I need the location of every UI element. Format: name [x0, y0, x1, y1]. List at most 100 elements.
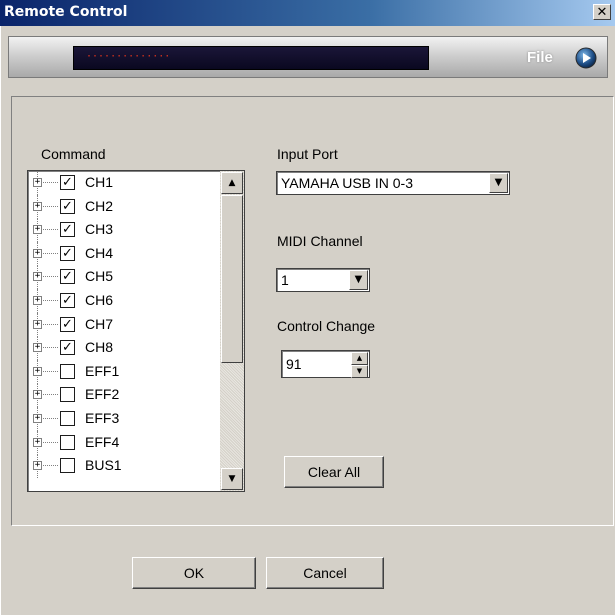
tree-item[interactable]: + ✓ CH1 [28, 171, 218, 195]
plus-icon[interactable]: + [33, 225, 42, 235]
tree-connector-line [43, 276, 58, 278]
triangle-down-icon: ▼ [356, 367, 363, 375]
close-button[interactable]: ✕ [593, 4, 611, 20]
ok-button[interactable]: OK [132, 557, 256, 589]
spin-down-button[interactable]: ▼ [351, 365, 368, 378]
tree-item-checkbox[interactable]: ✓ [60, 198, 75, 214]
tree-item-label: CH2 [85, 197, 114, 214]
tree-item-checkbox[interactable] [60, 410, 75, 426]
tree-connector-line [43, 323, 58, 325]
tree-item[interactable]: + BUS1 [28, 454, 218, 479]
plus-icon[interactable]: + [33, 272, 42, 282]
close-icon: ✕ [596, 5, 608, 20]
chevron-down-icon: ▼ [494, 177, 503, 188]
tree-item-label: EFF2 [85, 386, 120, 403]
midi-channel-label: MIDI Channel [277, 233, 363, 249]
scroll-thumb[interactable] [221, 195, 243, 363]
plus-icon[interactable]: + [33, 343, 42, 353]
tree-item[interactable]: + ✓ CH5 [28, 265, 218, 290]
cancel-button[interactable]: Cancel [266, 557, 384, 589]
tree-item-label: CH3 [85, 221, 114, 238]
tree-item-checkbox[interactable]: ✓ [60, 245, 75, 261]
tree-item-label: CH4 [85, 244, 114, 261]
window-title: Remote Control [4, 4, 128, 20]
tree-item-checkbox[interactable] [60, 434, 75, 450]
plus-icon[interactable]: + [33, 461, 42, 471]
tree-item[interactable]: + EFF2 [28, 383, 218, 408]
status-display: ·············· [73, 46, 429, 70]
tree-connector-line [43, 347, 58, 349]
triangle-up-icon: ▲ [228, 178, 236, 188]
tree-item-label: CH7 [85, 315, 114, 332]
tree-item[interactable]: + ✓ CH8 [28, 336, 218, 361]
plus-icon[interactable]: + [33, 413, 42, 423]
tree-item[interactable]: + EFF3 [28, 406, 218, 431]
tree-connector-line [43, 394, 58, 396]
tree-connector-line [43, 182, 58, 183]
command-tree-scrollbar[interactable]: ▲ ▼ [220, 171, 244, 491]
tree-item[interactable]: + ✓ CH2 [28, 194, 218, 219]
plus-icon[interactable]: + [33, 390, 42, 400]
file-menu-label: File [527, 49, 553, 66]
spin-up-button[interactable]: ▲ [351, 352, 368, 365]
command-label: Command [41, 146, 106, 162]
tree-item[interactable]: + ✓ CH4 [28, 241, 218, 266]
tree-item-label: EFF1 [85, 362, 120, 379]
triangle-up-icon: ▲ [356, 354, 363, 362]
tree-connector-line [43, 370, 58, 372]
file-menu[interactable]: File [519, 47, 601, 69]
plus-icon[interactable]: + [33, 366, 42, 376]
tree-item-checkbox[interactable]: ✓ [60, 222, 75, 238]
chevron-down-icon: ▼ [354, 274, 363, 285]
tree-item-label: CH5 [85, 268, 114, 285]
midi-channel-value: 1 [281, 272, 289, 288]
plus-icon[interactable]: + [33, 319, 42, 329]
plus-icon[interactable]: + [33, 437, 42, 447]
midi-channel-dropdown-button[interactable]: ▼ [349, 270, 368, 290]
control-change-value: 91 [286, 356, 302, 372]
window-left-border [0, 26, 4, 615]
tree-item-label: CH6 [85, 291, 114, 308]
tree-item[interactable]: + EFF1 [28, 359, 218, 384]
tree-item-label: CH8 [85, 339, 114, 356]
tree-item-checkbox[interactable]: ✓ [60, 340, 75, 356]
title-bar: Remote Control ✕ [0, 0, 615, 26]
midi-channel-select[interactable]: 1 ▼ [276, 268, 370, 292]
plus-icon[interactable]: + [33, 201, 42, 211]
input-port-label: Input Port [277, 146, 338, 162]
tree-item-label: BUS1 [85, 457, 122, 474]
scroll-up-button[interactable]: ▲ [221, 172, 243, 194]
tree-item[interactable]: + ✓ CH7 [28, 312, 218, 337]
tree-item-checkbox[interactable] [60, 458, 75, 474]
plus-icon[interactable]: + [33, 295, 42, 305]
control-change-spinbox[interactable]: 91 ▲ ▼ [281, 350, 370, 378]
tree-item-checkbox[interactable]: ✓ [60, 175, 75, 190]
toolbar: ·············· File [8, 36, 608, 78]
input-port-select[interactable]: YAMAHA USB IN 0-3 ▼ [276, 171, 510, 195]
tree-item[interactable]: + ✓ CH6 [28, 288, 218, 313]
plus-icon[interactable]: + [33, 248, 42, 258]
clear-all-button[interactable]: Clear All [284, 456, 384, 488]
input-port-dropdown-button[interactable]: ▼ [489, 173, 508, 193]
tree-item-checkbox[interactable]: ✓ [60, 316, 75, 332]
tree-item-label: EFF3 [85, 409, 120, 426]
tree-item-checkbox[interactable]: ✓ [60, 292, 75, 308]
tree-item-label: CH1 [85, 174, 114, 190]
tree-item-checkbox[interactable]: ✓ [60, 269, 75, 285]
tree-item-checkbox[interactable] [60, 387, 75, 403]
command-tree[interactable]: + ✓ CH1 + ✓ CH2 + ✓ CH3 + ✓ CH4 + ✓ CH5 + ✓ CH6 + ✓ CH7 + ✓ CH8… [27, 170, 245, 492]
tree-connector-line [43, 252, 58, 254]
tree-connector-line [43, 465, 58, 467]
tree-item-checkbox[interactable] [60, 363, 75, 379]
play-circle-icon[interactable] [575, 47, 597, 69]
scroll-down-button[interactable]: ▼ [221, 468, 243, 490]
command-tree-list: + ✓ CH1 + ✓ CH2 + ✓ CH3 + ✓ CH4 + ✓ CH5 + ✓ CH6 + ✓ CH7 + ✓ CH8… [28, 171, 218, 479]
display-text: ·············· [86, 51, 171, 62]
tree-connector-line [43, 417, 58, 419]
plus-icon[interactable]: + [33, 178, 42, 187]
tree-item[interactable]: + EFF4 [28, 430, 218, 455]
input-port-value: YAMAHA USB IN 0-3 [281, 175, 414, 191]
tree-item[interactable]: + ✓ CH3 [28, 218, 218, 243]
tree-connector-line [43, 441, 58, 443]
triangle-down-icon: ▼ [228, 474, 236, 484]
